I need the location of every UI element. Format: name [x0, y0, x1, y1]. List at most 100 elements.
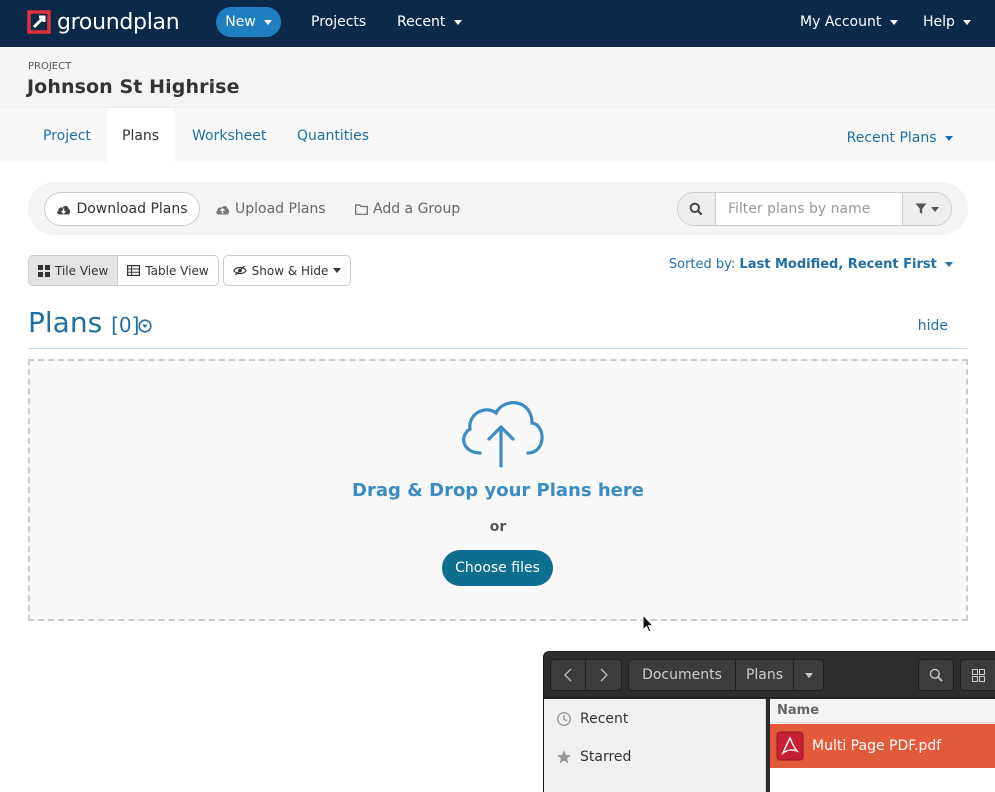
forward-button[interactable] — [586, 659, 622, 691]
sort-value: Last Modified, Recent First — [739, 257, 937, 272]
caret-down-icon — [889, 19, 898, 25]
plans-title: Plans — [28, 306, 103, 339]
caret-down-icon — [945, 262, 953, 267]
new-dropdown-button[interactable]: New — [216, 7, 281, 37]
show-hide-dropdown[interactable]: Show & Hide — [222, 255, 352, 286]
recent-plans-label: Recent Plans — [846, 130, 937, 146]
cloud-upload-icon — [216, 205, 230, 214]
choose-files-button[interactable]: Choose files — [442, 550, 553, 586]
cloud-upload-icon — [462, 401, 544, 468]
caret-down-icon — [333, 268, 342, 273]
filter-icon — [915, 203, 927, 214]
new-label: New — [225, 14, 256, 30]
nav-recent-dropdown[interactable]: Recent — [397, 14, 462, 30]
sidebar-item-recent[interactable]: Recent — [556, 709, 628, 729]
tab-worksheet[interactable]: Worksheet — [177, 108, 281, 163]
caret-down-icon — [804, 672, 813, 678]
path-plans[interactable]: Plans — [736, 659, 794, 691]
filter-dropdown-button[interactable] — [901, 193, 951, 225]
plans-heading: Plans [0] — [28, 306, 139, 339]
add-group-button[interactable]: Add a Group — [355, 192, 460, 226]
file-name: Multi Page PDF.pdf — [812, 738, 942, 754]
groundplan-logo-icon — [27, 10, 51, 34]
view-toggle-group: Tile View Table View Show & Hide — [28, 255, 352, 286]
file-chooser-dialog: Documents Plans Recent Starred Name Mult… — [543, 651, 995, 792]
logo-text: groundplan — [57, 9, 180, 35]
upload-plans-label: Upload Plans — [235, 201, 326, 217]
project-title: Johnson St Highrise — [27, 76, 240, 98]
tile-view-label: Tile View — [55, 263, 109, 278]
chevron-right-icon — [600, 668, 608, 682]
tile-grid-icon — [38, 264, 50, 277]
nav-help-dropdown[interactable]: Help — [923, 14, 972, 30]
project-tabs: Project Plans Worksheet Quantities Recen… — [0, 107, 995, 163]
upload-plans-button[interactable]: Upload Plans — [215, 192, 326, 226]
sidebar-item-label: Recent — [580, 711, 629, 727]
filter-plans-input[interactable] — [715, 193, 902, 225]
caret-down-icon — [263, 19, 272, 25]
history-nav — [550, 659, 622, 691]
tab-plans[interactable]: Plans — [107, 108, 175, 163]
dropzone-or: or — [489, 519, 507, 535]
search-icon — [929, 668, 943, 682]
cloud-download-icon — [57, 205, 71, 214]
caret-down-icon — [453, 19, 462, 25]
tab-quantities[interactable]: Quantities — [282, 108, 384, 163]
mouse-cursor-icon — [642, 614, 654, 633]
file-row-selected[interactable]: Multi Page PDF.pdf — [770, 724, 995, 768]
grid-view-button[interactable] — [960, 659, 995, 691]
tile-view-button[interactable]: Tile View — [28, 255, 119, 286]
project-label: PROJECT — [28, 61, 72, 72]
groundplan-logo[interactable]: groundplan — [27, 8, 180, 36]
folder-icon — [355, 203, 368, 215]
nav-account-label: My Account — [800, 14, 882, 30]
chevron-left-icon — [564, 668, 572, 682]
dropzone-title: Drag & Drop your Plans here — [352, 480, 644, 501]
column-header-name[interactable]: Name — [770, 699, 995, 723]
grid-view-icon — [971, 668, 985, 682]
caret-down-icon — [963, 19, 972, 25]
path-dropdown[interactable] — [794, 659, 824, 691]
caret-down-icon — [945, 135, 953, 141]
pdf-file-icon — [776, 731, 804, 761]
table-icon — [127, 265, 141, 276]
file-list: Name Multi Page PDF.pdf — [770, 699, 995, 792]
back-button[interactable] — [550, 659, 586, 691]
sidebar-item-label: Starred — [580, 749, 632, 765]
dialog-header: Documents Plans — [544, 652, 995, 698]
sidebar-item-starred[interactable]: Starred — [556, 747, 631, 767]
path-documents[interactable]: Documents — [628, 659, 736, 691]
search-icon — [690, 202, 703, 216]
plans-count: [0] — [111, 313, 140, 337]
add-group-label: Add a Group — [373, 201, 461, 217]
sort-dropdown[interactable]: Sorted by: Last Modified, Recent First — [669, 257, 953, 272]
nav-projects[interactable]: Projects — [311, 14, 366, 30]
search-button[interactable] — [678, 193, 716, 225]
show-hide-label: Show & Hide — [251, 263, 329, 278]
nav-recent-label: Recent — [397, 14, 446, 30]
hide-plans-link[interactable]: hide — [918, 318, 948, 334]
eye-slash-icon — [232, 265, 247, 276]
collapse-toggle-icon[interactable] — [138, 319, 152, 333]
table-view-button[interactable]: Table View — [118, 255, 219, 286]
project-header: PROJECT Johnson St Highrise — [0, 47, 995, 107]
nav-help-label: Help — [923, 14, 955, 30]
download-plans-label: Download Plans — [76, 201, 188, 217]
plans-dropzone[interactable]: Drag & Drop your Plans here or Choose fi… — [28, 359, 968, 621]
nav-my-account-dropdown[interactable]: My Account — [800, 14, 898, 30]
places-sidebar: Recent Starred — [544, 699, 766, 792]
clock-icon — [556, 711, 572, 727]
plans-divider — [28, 348, 968, 349]
table-view-label: Table View — [145, 263, 209, 278]
path-bar: Documents Plans — [628, 659, 824, 691]
star-icon — [557, 750, 571, 764]
sort-prefix: Sorted by: — [668, 257, 736, 272]
download-plans-button[interactable]: Download Plans — [44, 192, 200, 226]
top-navbar: groundplan New Projects Recent My Accoun… — [0, 0, 995, 47]
dialog-search-button[interactable] — [918, 659, 954, 691]
filter-plans-group — [677, 192, 952, 226]
nav-projects-label: Projects — [311, 14, 367, 30]
tab-project[interactable]: Project — [28, 108, 106, 163]
recent-plans-dropdown[interactable]: Recent Plans — [847, 130, 953, 146]
plans-toolbar: Download Plans Upload Plans Add a Group — [28, 182, 968, 235]
